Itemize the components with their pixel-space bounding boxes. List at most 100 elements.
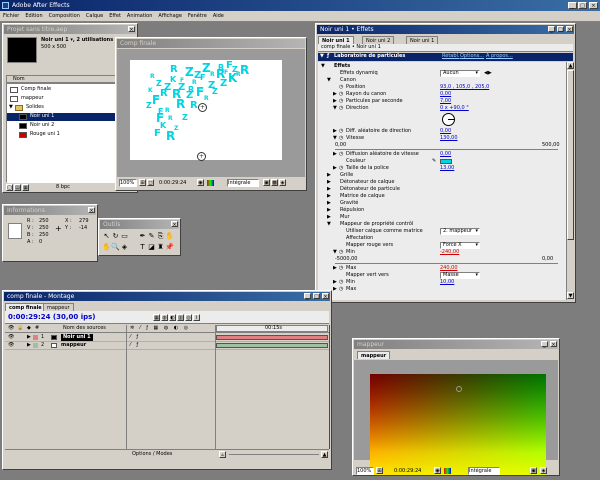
collapse-triangle-icon[interactable]: ▼	[327, 221, 331, 227]
project-titlebar[interactable]: Projet sans titre.aep ×	[4, 25, 136, 34]
effect-property-row[interactable]: ▶ Répulsion	[318, 207, 566, 214]
effect-property-row[interactable]: ▼ Effets	[318, 63, 566, 70]
effect-property-value[interactable]: 13,00	[440, 165, 454, 172]
new-comp-icon[interactable]: ▦	[22, 184, 29, 191]
effect-property-value[interactable]: 0,00	[440, 151, 451, 158]
stopwatch-icon[interactable]: ◷	[339, 151, 343, 158]
label-color-icon[interactable]	[33, 343, 38, 348]
stopwatch-icon[interactable]: ◷	[339, 286, 343, 293]
color-eyedropper-icon[interactable]: ✎	[432, 158, 436, 165]
expand-triangle-icon[interactable]: ▶	[327, 179, 331, 185]
layer-duration-bar[interactable]	[216, 343, 328, 348]
effect-property-value[interactable]: -240,00	[440, 249, 459, 256]
maximize-button[interactable]: □	[578, 2, 587, 9]
interpret-footage-icon[interactable]: ▢	[6, 184, 13, 191]
lock-header-icon[interactable]: 🔒	[17, 325, 23, 332]
info-titlebar[interactable]: Informations ×	[4, 206, 96, 215]
layer-switches-icons[interactable]: ⁄ ƒ	[130, 342, 140, 349]
expand-triangle-icon[interactable]: ▶	[333, 265, 337, 271]
camera-tool-icon[interactable]: ◈	[120, 242, 129, 253]
effect-link-reset[interactable]: Rétabl.	[442, 53, 460, 60]
stamp-tool-icon[interactable]: ♜	[156, 242, 165, 253]
collapse-triangle-icon[interactable]: ▼	[333, 249, 337, 255]
selection-tool-icon[interactable]: ↖	[102, 231, 111, 242]
mappeur-snapshot-icon[interactable]: ◉	[434, 467, 441, 474]
menu-item[interactable]: Affichage	[158, 13, 182, 20]
timeline-close-button[interactable]: ×	[322, 293, 329, 300]
layer-name[interactable]: mappeur	[61, 342, 86, 349]
switches-modes-toggle[interactable]: Options / Modes	[132, 451, 172, 458]
mappeur-close-button[interactable]: ×	[550, 341, 557, 348]
effect-property-row[interactable]: ▶ Détonateur de particule	[318, 186, 566, 193]
expand-triangle-icon[interactable]: ▶	[27, 342, 31, 349]
menu-item[interactable]: Fichier	[3, 13, 19, 20]
effect-property-row[interactable]: ▶ ◷ Max	[318, 286, 566, 293]
effect-expand-icon[interactable]: ▼	[320, 53, 324, 60]
effects-minimize-button[interactable]: _	[548, 26, 555, 33]
rect-mask-tool-icon[interactable]: ▭	[120, 231, 129, 242]
new-folder-icon[interactable]: ▤	[14, 184, 21, 191]
timeline-motion-blur-icon[interactable]: ◎	[185, 314, 192, 321]
effect-property-row[interactable]: ▼ ◷ Direction 0 x +90,0 °	[318, 105, 566, 112]
mappeur-safe-icon[interactable]: ⊞	[376, 467, 383, 474]
effect-link-about[interactable]: À propos...	[486, 53, 513, 60]
timeline-comp-icon[interactable]: ▦	[153, 314, 160, 321]
stopwatch-icon[interactable]: ◷	[339, 105, 343, 112]
collapse-triangle-icon[interactable]: ▼	[327, 77, 331, 83]
timeline-frame-blend-icon[interactable]: ▥	[177, 314, 184, 321]
mappeur-channel-icon[interactable]	[444, 468, 451, 474]
effect-property-row[interactable]	[318, 112, 566, 128]
effect-property-value[interactable]: 0,00	[440, 128, 451, 135]
expand-triangle-icon[interactable]: ▶	[327, 200, 331, 206]
menu-item[interactable]: Composition	[49, 13, 80, 20]
effects-tab[interactable]: Noir uni 2	[362, 36, 395, 44]
effect-property-dropdown[interactable]: 2. mappeur ▾	[440, 228, 480, 235]
effect-property-row[interactable]: ▶ Mur	[318, 214, 566, 221]
eraser-tool-icon[interactable]: ◪	[147, 242, 156, 253]
effect-property-value[interactable]: 240,00	[440, 265, 458, 272]
brush-tool-icon[interactable]: ✎	[147, 231, 156, 242]
project-close-button[interactable]: ×	[128, 26, 135, 33]
effect-property-row[interactable]: ▼ Mappeur de propriété contrôl	[318, 221, 566, 228]
effect-property-row[interactable]: ▶ ◷ Taille de la police 13,00	[318, 165, 566, 172]
comp-canvas[interactable]: RZRFRKZZRFZRFZZRRKFRZZRFRZZKRFZRFRZZRRFR…	[130, 60, 282, 161]
slider-track[interactable]	[335, 263, 558, 264]
mappeur-anchor-icon[interactable]	[456, 386, 462, 392]
mappeur-titlebar[interactable]: mappeur _ ×	[354, 340, 558, 349]
time-ruler[interactable]: 00:15s	[216, 325, 328, 332]
timeline-layer-row[interactable]: 👁 ▶ 2 mappeur ⁄ ƒ	[5, 342, 329, 350]
pick-whip-icon[interactable]: ◀▶	[484, 70, 492, 77]
effect-property-row[interactable]: ▶ Gravité	[318, 200, 566, 207]
expand-triangle-icon[interactable]: ▶	[333, 91, 337, 97]
expand-triangle-icon[interactable]: ▶	[327, 186, 331, 192]
expand-triangle-icon[interactable]: ▶	[327, 207, 331, 213]
effects-scroll-thumb[interactable]	[567, 70, 574, 240]
effect-property-row[interactable]: Mapper rouge vers Force X ▾	[318, 242, 566, 249]
effects-scroll-down-icon[interactable]: ▼	[567, 292, 574, 299]
effect-property-row[interactable]: Effets dynamiq Aucun ▾ ◀▶	[318, 70, 566, 77]
mappeur-zoom-field[interactable]: 100%	[356, 467, 374, 475]
timeline-tab[interactable]: mappeur	[43, 303, 74, 311]
effect-property-value[interactable]: 7,00	[440, 98, 451, 105]
effects-close-button[interactable]: ×	[566, 26, 573, 33]
collapse-triangle-icon[interactable]: ▼	[333, 105, 337, 111]
effect-property-value[interactable]: 93,0 , 105,0 , 205,0	[440, 84, 489, 91]
collapse-triangle-icon[interactable]: ▼	[321, 63, 325, 69]
pin-tool-icon[interactable]: 📌	[165, 242, 174, 253]
label-header-icon[interactable]: ◆	[27, 325, 31, 332]
effect-property-dropdown[interactable]: Aucun ▾	[440, 70, 480, 77]
mappeur-timecode[interactable]: 0:00:29:24	[394, 468, 421, 475]
expand-triangle-icon[interactable]: ▶	[27, 334, 31, 341]
current-time-indicator[interactable]	[329, 325, 330, 449]
emitter-crosshair-icon[interactable]: +	[197, 152, 206, 161]
menu-item[interactable]: Calque	[86, 13, 103, 20]
close-button[interactable]: ×	[589, 2, 598, 9]
effect-property-row[interactable]: ▶ Matrice de calque	[318, 193, 566, 200]
source-name-header[interactable]: Nom des sources	[63, 325, 106, 332]
layer-switches-icons[interactable]: ⁄ ƒ	[130, 334, 140, 341]
effect-property-row[interactable]: Mapper vert vers Masse ▾	[318, 272, 566, 279]
collapse-triangle-icon[interactable]: ▼	[333, 135, 337, 141]
clone-tool-icon[interactable]: ⎘	[156, 231, 165, 242]
effects-tab[interactable]: Noir uni 1	[406, 36, 439, 44]
comp-title-safe-icon[interactable]: ⊞	[139, 179, 146, 186]
